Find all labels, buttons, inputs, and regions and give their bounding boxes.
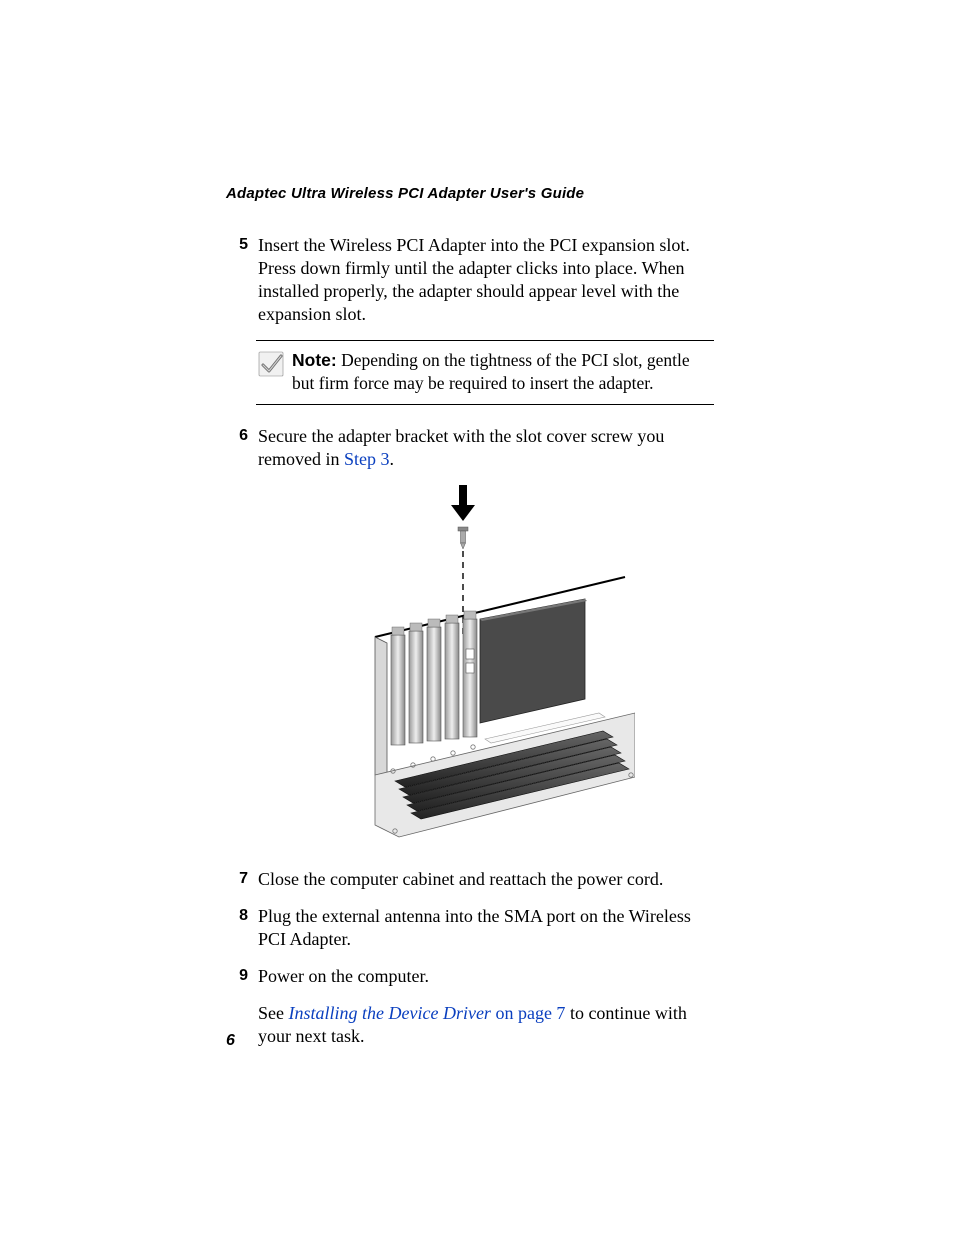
step-5: 5 Insert the Wireless PCI Adapter into t…	[226, 234, 714, 326]
note-body: Depending on the tightness of the PCI sl…	[292, 350, 690, 392]
step-body: Close the computer cabinet and reattach …	[258, 868, 663, 891]
pci-bracket-illustration-icon	[335, 485, 635, 845]
running-header: Adaptec Ultra Wireless PCI Adapter User'…	[226, 185, 714, 202]
note-label: Note:	[292, 350, 337, 370]
note-text: Note: Depending on the tightness of the …	[292, 349, 710, 394]
document-page: Adaptec Ultra Wireless PCI Adapter User'…	[0, 0, 954, 1235]
step-number: 9	[226, 965, 248, 985]
note-block: Note: Depending on the tightness of the …	[256, 340, 714, 405]
step6-prefix: Secure the adapter bracket with the slot…	[258, 426, 664, 469]
step3-link[interactable]: Step 3	[344, 449, 390, 469]
step-body: Secure the adapter bracket with the slot…	[258, 425, 714, 471]
continuation-paragraph: See Installing the Device Driver on page…	[258, 1002, 714, 1048]
step6-suffix: .	[390, 449, 395, 469]
step-number: 5	[226, 234, 248, 254]
step-9: 9 Power on the computer.	[226, 965, 714, 988]
note-checkmark-icon	[258, 351, 284, 377]
step-body: Power on the computer.	[258, 965, 429, 988]
step-number: 7	[226, 868, 248, 888]
step-number: 8	[226, 905, 248, 925]
step-7: 7 Close the computer cabinet and reattac…	[226, 868, 714, 891]
cont-prefix: See	[258, 1003, 289, 1023]
step-body: Plug the external antenna into the SMA p…	[258, 905, 714, 951]
install-driver-link[interactable]: Installing the Device Driver	[289, 1003, 491, 1023]
step-number: 6	[226, 425, 248, 445]
page-number: 6	[226, 1032, 235, 1050]
step-body: Insert the Wireless PCI Adapter into the…	[258, 234, 714, 326]
step-8: 8 Plug the external antenna into the SMA…	[226, 905, 714, 951]
install-driver-link-page[interactable]: on page 7	[491, 1003, 565, 1023]
step-6: 6 Secure the adapter bracket with the sl…	[226, 425, 714, 471]
figure-pci-install	[256, 485, 714, 850]
